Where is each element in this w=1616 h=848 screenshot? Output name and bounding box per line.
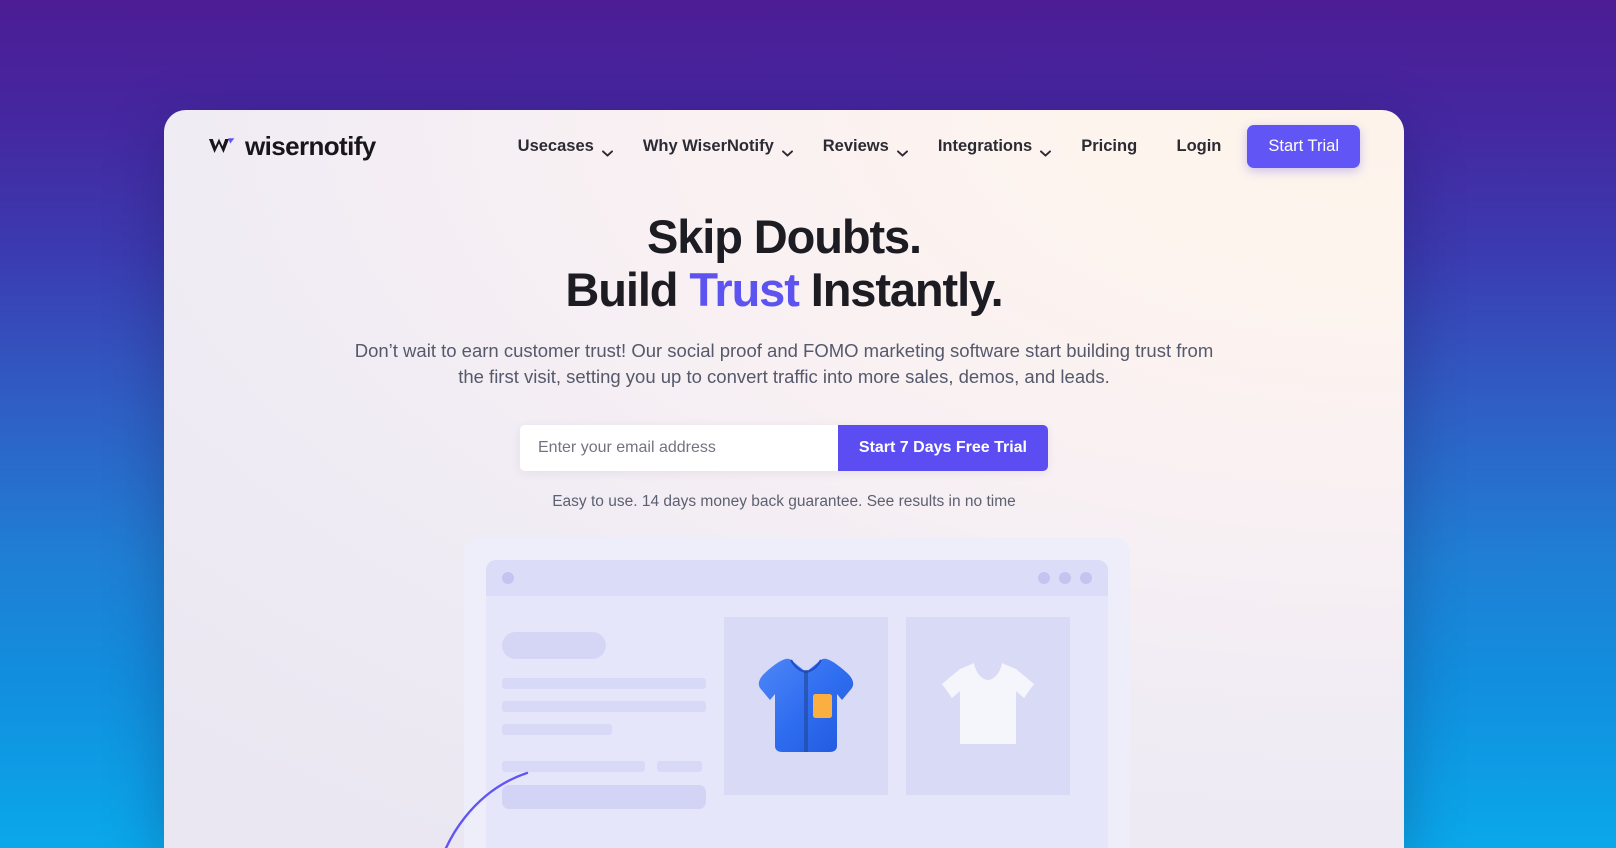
skeleton-bar [502, 678, 706, 689]
chevron-down-icon [781, 143, 793, 157]
nav-item-label: Reviews [822, 136, 889, 155]
browser-dot-icon [502, 572, 514, 584]
browser-dot-icon [1080, 572, 1092, 584]
skeleton-button [502, 785, 706, 809]
mockup-browser-titlebar [486, 560, 1108, 596]
nav-item-why-wisernotify[interactable]: Why WiserNotify [642, 136, 793, 157]
headline-line-1: Skip Doubts. [646, 210, 922, 263]
product-mockup [464, 538, 1130, 848]
headline-accent-word: Trust [689, 263, 800, 317]
form-helper-text: Easy to use. 14 days money back guarante… [552, 492, 1016, 510]
skeleton-bar [656, 761, 702, 772]
nav-item-pricing[interactable]: Pricing [1081, 137, 1137, 156]
product-image-tile [724, 617, 888, 795]
chevron-down-icon [601, 143, 613, 157]
browser-dot-icon [1038, 572, 1050, 584]
login-link[interactable]: Login [1166, 131, 1231, 162]
skeleton-bar [502, 761, 645, 772]
nav-item-integrations[interactable]: Integrations [937, 136, 1052, 157]
mockup-product-2 [906, 612, 1070, 848]
browser-window-controls [1038, 572, 1092, 584]
nav-item-usecases[interactable]: Usecases [517, 136, 613, 157]
mockup-content [486, 596, 1108, 848]
mockup-product-1 [724, 612, 888, 848]
mockup-text-column [502, 612, 706, 848]
start-free-trial-button[interactable]: Start 7 Days Free Trial [837, 424, 1048, 471]
nav-actions: Login Start Trial [1166, 124, 1364, 168]
signup-form: Start 7 Days Free Trial [520, 424, 1048, 471]
chevron-down-icon [896, 143, 908, 157]
headline-line-2-suffix: Instantly. [798, 263, 1004, 317]
hero-section: Skip Doubts. Build Trust Instantly. Don’… [164, 210, 1404, 511]
email-input[interactable] [520, 424, 838, 471]
skeleton-pill [502, 632, 606, 659]
nav-item-reviews[interactable]: Reviews [822, 136, 908, 157]
browser-dot-icon [1059, 572, 1071, 584]
nav-item-label: Pricing [1081, 136, 1138, 155]
page-title: Skip Doubts. Build Trust Instantly. [164, 210, 1404, 316]
skeleton-bar [502, 701, 706, 712]
wisernotify-w-mark-icon [208, 135, 236, 157]
start-trial-button[interactable]: Start Trial [1247, 124, 1360, 168]
site-preview-card: wisernotify Usecases Why WiserNotify Rev… [164, 110, 1404, 848]
product-image-tile [906, 617, 1070, 795]
chevron-down-icon [1040, 143, 1052, 157]
nav-links: Usecases Why WiserNotify Reviews Integra… [517, 136, 1137, 157]
nav-item-label: Integrations [937, 136, 1033, 155]
skeleton-meta-row [502, 761, 706, 772]
hero-subheading: Don’t wait to earn customer trust! Our s… [354, 340, 1214, 388]
brand-name: wisernotify [245, 130, 376, 161]
nav-item-label: Usecases [517, 136, 594, 155]
nav-item-label: Why WiserNotify [642, 136, 774, 155]
headline-line-2-prefix: Build [565, 263, 690, 317]
main-navigation: wisernotify Usecases Why WiserNotify Rev… [164, 110, 1404, 182]
white-tshirt-icon [938, 658, 1038, 755]
skeleton-bar [502, 724, 613, 735]
blue-jacket-icon [754, 650, 858, 763]
brand-logo[interactable]: wisernotify [208, 131, 376, 162]
mockup-browser-window [486, 560, 1108, 848]
